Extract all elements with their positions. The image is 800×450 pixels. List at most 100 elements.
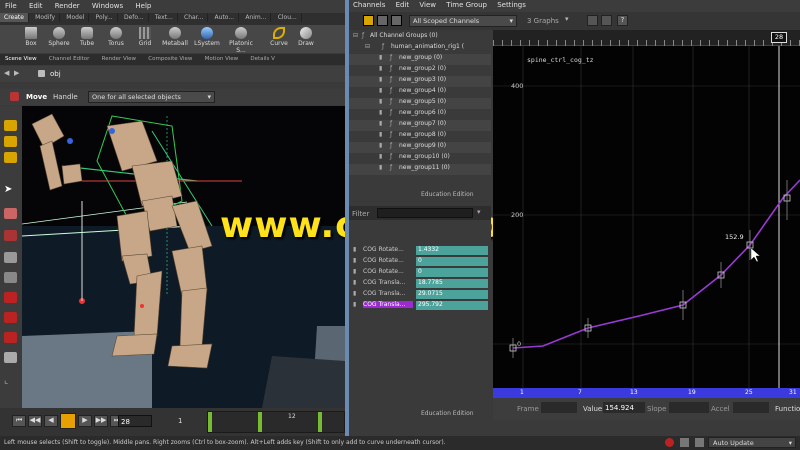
graph-mode-icon[interactable] bbox=[363, 15, 374, 26]
table-mode-icon[interactable] bbox=[377, 15, 388, 26]
capture-tool-icon[interactable] bbox=[4, 272, 17, 283]
step-back-button[interactable]: ◀◀ bbox=[28, 415, 42, 427]
rotate-tool-icon[interactable] bbox=[4, 152, 17, 163]
play-reverse-button[interactable]: ◀ bbox=[44, 415, 58, 427]
menu-render[interactable]: Render bbox=[50, 0, 85, 12]
tree-item-group[interactable]: ▮ ƒ new_group2 (0) bbox=[349, 65, 491, 76]
auto-update-dropdown[interactable]: Auto Update ▾ bbox=[708, 437, 796, 448]
frame-field[interactable] bbox=[541, 402, 577, 413]
scope-dropdown[interactable]: All Scoped Channels ▾ bbox=[409, 15, 517, 27]
curve-graph[interactable]: spine_ctrl_cog_tz 400 200 0 152.9 bbox=[493, 30, 800, 388]
tool-metaball[interactable]: Metaball bbox=[160, 27, 190, 47]
tab-channel-editor[interactable]: Channel Editor bbox=[44, 55, 95, 63]
shelf-tab-modify[interactable]: Modify bbox=[31, 13, 61, 22]
tool-curve[interactable]: Curve bbox=[264, 27, 294, 47]
pointer-icon[interactable]: ➤ bbox=[4, 184, 17, 195]
tree-item-group[interactable]: ▮ ƒ new_group8 (0) bbox=[349, 131, 491, 142]
channel-row[interactable]: ▮ COG Rotate... 1.4332 bbox=[349, 246, 491, 256]
tool-grid[interactable]: Grid bbox=[130, 27, 160, 47]
dopesheet-mode-icon[interactable] bbox=[391, 15, 402, 26]
tree-item-group[interactable]: ▮ ƒ new_group3 (0) bbox=[349, 76, 491, 87]
pane-divider[interactable] bbox=[345, 0, 349, 436]
tab-scene-view[interactable]: Scene View bbox=[0, 55, 42, 63]
status-network-icon[interactable] bbox=[680, 438, 689, 447]
tree-item-group[interactable]: ▮ ƒ new_group (0) bbox=[349, 54, 491, 65]
timeline-track[interactable]: 12 bbox=[207, 411, 345, 433]
tool-sphere[interactable]: Sphere bbox=[44, 27, 74, 47]
menu-settings[interactable]: Settings bbox=[493, 0, 530, 10]
status-alert-icon[interactable] bbox=[665, 438, 674, 447]
tool-lsystem[interactable]: LSystem bbox=[192, 27, 222, 47]
scene-viewport[interactable] bbox=[22, 106, 345, 408]
play-forward-button[interactable]: ▶ bbox=[78, 415, 92, 427]
handle-tool-icon[interactable] bbox=[4, 208, 17, 219]
stop-button[interactable] bbox=[60, 413, 76, 429]
weight-tool-icon[interactable] bbox=[4, 312, 17, 323]
shelf-tab-texture[interactable]: Text... bbox=[151, 13, 178, 22]
light-tool-icon[interactable] bbox=[4, 352, 17, 363]
shelf-tab-poly[interactable]: Poly... bbox=[92, 13, 118, 22]
channel-row[interactable]: ▮ COG Transla... 29.0715 bbox=[349, 290, 491, 300]
tab-motion-view[interactable]: Motion View bbox=[200, 55, 243, 63]
graphs-menu-icon[interactable]: ▾ bbox=[565, 15, 569, 23]
forward-arrow-icon[interactable]: ▶ bbox=[14, 69, 19, 77]
filter-input[interactable] bbox=[377, 208, 473, 218]
menu-edit[interactable]: Edit bbox=[24, 0, 48, 12]
current-frame-indicator[interactable]: 28 bbox=[771, 32, 787, 43]
start-frame-field[interactable]: 1 bbox=[176, 415, 202, 427]
tool-box[interactable]: Box bbox=[16, 27, 46, 47]
current-frame-field[interactable]: 28 bbox=[118, 415, 152, 427]
tree-item-group[interactable]: ▮ ƒ new_group7 (0) bbox=[349, 120, 491, 131]
tree-item-group[interactable]: ▮ ƒ new_group11 (0) bbox=[349, 164, 491, 175]
bone-tool-icon[interactable] bbox=[4, 252, 17, 263]
menu-help[interactable]: Help bbox=[130, 0, 156, 12]
tab-render-view[interactable]: Render View bbox=[97, 55, 141, 63]
tree-item-group[interactable]: ▮ ƒ new_group10 (0) bbox=[349, 153, 491, 164]
channel-row[interactable]: ▮ COG Rotate... 0 bbox=[349, 268, 491, 278]
filter-options-icon[interactable]: ▾ bbox=[477, 208, 481, 216]
channel-row[interactable]: ▮ COG Transla... 18.7785 bbox=[349, 279, 491, 289]
channel-row[interactable]: ▮ COG Rotate... 0 bbox=[349, 257, 491, 267]
menu-time-group[interactable]: Time Group bbox=[442, 0, 491, 10]
tree-item-all-groups[interactable]: ⊟ ƒ All Channel Groups (0) bbox=[349, 32, 491, 43]
slope-field[interactable] bbox=[669, 402, 709, 413]
menu-ch-edit[interactable]: Edit bbox=[392, 0, 414, 10]
path-obj[interactable]: obj bbox=[50, 70, 61, 78]
menu-file[interactable]: File bbox=[0, 0, 22, 12]
channel-row-selected[interactable]: ▮ COG Transla... 295.792 bbox=[349, 301, 491, 311]
tab-composite-view[interactable]: Composite View bbox=[143, 55, 197, 63]
select-tool-icon[interactable] bbox=[4, 120, 17, 131]
jump-start-button[interactable]: ⏮ bbox=[12, 415, 26, 427]
shelf-tab-model[interactable]: Model bbox=[62, 13, 90, 22]
menu-windows[interactable]: Windows bbox=[87, 0, 128, 12]
help-icon[interactable]: ? bbox=[617, 15, 628, 26]
tool-torus[interactable]: Torus bbox=[101, 27, 131, 47]
tab-details-view[interactable]: Details V bbox=[245, 55, 280, 63]
render-tool-icon[interactable] bbox=[4, 332, 17, 343]
pose-tool-icon[interactable] bbox=[4, 230, 17, 241]
tree-item-group[interactable]: ▮ ƒ new_group4 (0) bbox=[349, 87, 491, 98]
tool-tube[interactable]: Tube bbox=[72, 27, 102, 47]
pin-icon[interactable] bbox=[587, 15, 598, 26]
menu-channels[interactable]: Channels bbox=[349, 0, 389, 10]
graph-time-ruler[interactable]: 28 bbox=[493, 30, 800, 46]
transform-tool-icon[interactable] bbox=[4, 136, 17, 147]
menu-view[interactable]: View bbox=[415, 0, 440, 10]
tool-draw[interactable]: Draw bbox=[291, 27, 321, 47]
shelf-tab-auto[interactable]: Auto... bbox=[211, 13, 240, 22]
shelf-tab-character[interactable]: Char... bbox=[180, 13, 209, 22]
status-cooking-icon[interactable] bbox=[695, 438, 704, 447]
link-icon[interactable] bbox=[601, 15, 612, 26]
tree-item-group[interactable]: ▮ ƒ new_group6 (0) bbox=[349, 109, 491, 120]
tool-platonic[interactable]: Platonic S... bbox=[226, 27, 256, 54]
tree-item-group[interactable]: ▮ ƒ new_group9 (0) bbox=[349, 142, 491, 153]
shelf-tab-animation[interactable]: Anim... bbox=[241, 13, 272, 22]
shelf-tab-cloud[interactable]: Clou... bbox=[274, 13, 302, 22]
value-field[interactable]: 154.924 bbox=[603, 402, 645, 413]
shelf-tab-create[interactable]: Create bbox=[0, 13, 29, 22]
handle-dropdown[interactable]: One for all selected objects ▾ bbox=[88, 91, 215, 103]
tree-item-rig[interactable]: ⊟ ƒ human_animation_rig1 ( bbox=[349, 43, 491, 54]
shelf-tab-deform[interactable]: Defo... bbox=[120, 13, 149, 22]
accel-field[interactable] bbox=[733, 402, 769, 413]
step-forward-button[interactable]: ▶▶ bbox=[94, 415, 108, 427]
